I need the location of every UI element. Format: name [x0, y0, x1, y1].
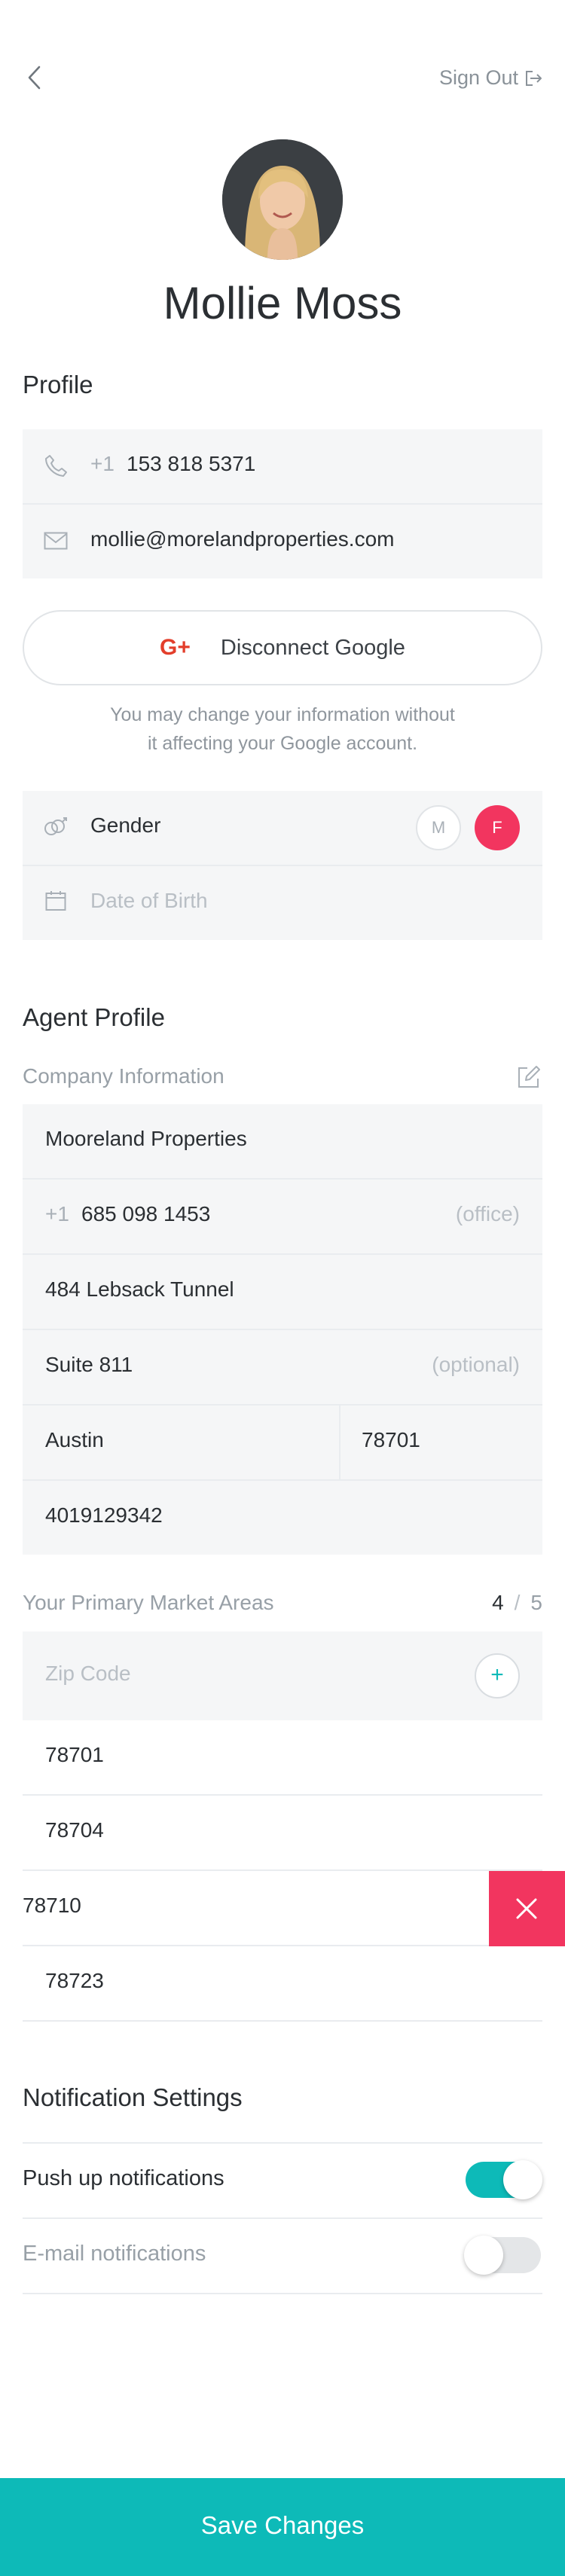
envelope-icon: [44, 532, 68, 550]
gender-label: Gender: [90, 813, 161, 837]
company-name-field[interactable]: Mooreland Properties: [45, 1127, 247, 1151]
company-info-heading: Company Information: [23, 1064, 224, 1088]
push-notifications-toggle[interactable]: [466, 2160, 542, 2199]
google-note-line2: it affecting your Google account.: [147, 733, 418, 754]
divider: [23, 1479, 542, 1481]
list-item[interactable]: 78704: [23, 1796, 542, 1871]
address2-hint: (optional): [432, 1353, 520, 1376]
back-chevron-icon[interactable]: [26, 65, 42, 90]
market-max: 5: [530, 1591, 542, 1614]
email-notifications-row: E-mail notifications: [23, 2219, 542, 2293]
company-phone-field[interactable]: +1 685 098 1453 (office): [23, 1180, 542, 1253]
contact-card: +1 153 818 5371 mollie@morelandpropertie…: [23, 429, 542, 578]
email-notifications-label: E-mail notifications: [23, 2242, 206, 2266]
market-zip: 78704: [45, 1818, 104, 1842]
list-item[interactable]: 78723: [23, 1946, 542, 2022]
toggle-knob: [503, 2160, 542, 2199]
gender-icon: [42, 816, 68, 839]
address1-field[interactable]: 484 Lebsack Tunnel: [45, 1277, 234, 1302]
avatar[interactable]: [222, 139, 343, 260]
profile-section-title: Profile: [23, 371, 93, 398]
gender-row: Gender M F: [23, 791, 542, 865]
zip-code-input[interactable]: Zip Code: [45, 1662, 131, 1686]
sign-out-icon: [524, 70, 542, 87]
agent-profile-title: Agent Profile: [23, 1003, 165, 1031]
gender-female-option[interactable]: F: [475, 805, 520, 850]
add-zip-button[interactable]: +: [475, 1653, 520, 1699]
calendar-icon: [45, 890, 66, 911]
save-changes-button[interactable]: Save Changes: [0, 2478, 565, 2576]
dob-placeholder: Date of Birth: [90, 889, 208, 912]
zip-field[interactable]: 78701: [362, 1428, 420, 1452]
avatar-photo: [222, 139, 343, 260]
email-notifications-toggle[interactable]: [464, 2236, 541, 2275]
google-note: You may change your information without …: [0, 700, 565, 758]
email-row[interactable]: mollie@morelandproperties.com: [23, 505, 542, 578]
market-zip: 78710: [23, 1894, 81, 1917]
address2-field[interactable]: Suite 811 (optional): [23, 1330, 542, 1404]
notification-settings-title: Notification Settings: [23, 2083, 243, 2111]
market-zip: 78723: [45, 1969, 104, 1992]
google-note-line1: You may change your information without: [110, 704, 455, 725]
save-changes-label: Save Changes: [200, 2511, 365, 2539]
personal-card: Gender M F Date of Birth: [23, 791, 542, 940]
phone-icon: [44, 453, 68, 478]
list-item[interactable]: 78701: [23, 1720, 542, 1796]
toggle-knob: [464, 2236, 503, 2275]
market-areas-counter: 4 / 5: [492, 1591, 542, 1615]
company-phone-country-code: +1: [45, 1202, 69, 1225]
phone-number: 153 818 5371: [127, 452, 256, 475]
push-notifications-label: Push up notifications: [23, 2166, 224, 2190]
list-item-swiped[interactable]: 78710: [0, 1871, 565, 1946]
company-phone-hint: (office): [455, 1202, 520, 1225]
close-icon: [516, 1898, 537, 1919]
dob-row[interactable]: Date of Birth: [23, 866, 542, 940]
divider: [23, 1404, 542, 1406]
market-count: 4: [492, 1591, 504, 1614]
divider: [23, 2020, 542, 2022]
gender-male-option[interactable]: M: [416, 805, 461, 850]
market-zip: 78701: [45, 1743, 104, 1766]
disconnect-google-button[interactable]: G+ Disconnect Google: [23, 610, 542, 685]
market-separator: /: [514, 1591, 521, 1614]
sign-out-button[interactable]: Sign Out: [439, 66, 542, 90]
address2-value: Suite 811: [45, 1353, 133, 1376]
license-field[interactable]: 4019129342: [45, 1503, 163, 1528]
disconnect-google-label: Disconnect Google: [220, 635, 405, 660]
divider: [23, 1253, 542, 1255]
market-areas-heading: Your Primary Market Areas: [23, 1591, 274, 1614]
delete-zip-button[interactable]: [489, 1871, 565, 1946]
divider: [23, 2293, 542, 2294]
phone-row[interactable]: +1 153 818 5371: [23, 429, 542, 503]
company-phone-number: 685 098 1453: [81, 1202, 211, 1225]
vertical-divider: [339, 1406, 341, 1479]
email-address: mollie@morelandproperties.com: [90, 527, 395, 551]
push-notifications-row: Push up notifications: [23, 2144, 542, 2217]
sign-out-label: Sign Out: [438, 66, 518, 89]
zip-code-input-row[interactable]: Zip Code +: [23, 1631, 542, 1720]
google-plus-icon: G+: [160, 635, 191, 660]
phone-country-code: +1: [90, 452, 115, 475]
company-card: Mooreland Properties +1 685 098 1453 (of…: [23, 1104, 542, 1555]
profile-name: Mollie Moss: [163, 278, 402, 328]
edit-icon[interactable]: [517, 1065, 541, 1089]
city-field[interactable]: Austin: [45, 1428, 104, 1452]
